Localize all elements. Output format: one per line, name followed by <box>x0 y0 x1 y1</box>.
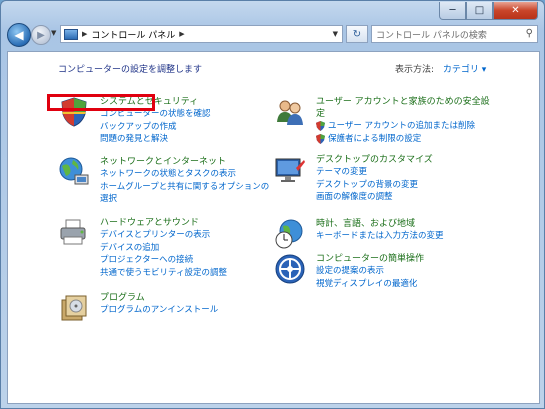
category-title[interactable]: ユーザー アカウントと家族のための安全設 <box>316 96 526 108</box>
category-link-text[interactable]: ユーザー アカウントの追加または削除 <box>328 120 475 133</box>
breadcrumb-control-panel[interactable]: コントロール パネル <box>91 28 175 41</box>
category-link[interactable]: 問題の発見と解決 <box>100 133 280 146</box>
page-heading: コンピューターの設定を調整します <box>58 65 203 75</box>
category-link[interactable]: バックアップの作成 <box>100 121 280 134</box>
category-link[interactable]: キーボードまたは入力方法の変更 <box>316 230 496 243</box>
category-title[interactable]: ネットワークとインターネット <box>100 156 300 168</box>
view-by: 表示方法: カテゴリ ▾ <box>395 62 486 75</box>
recent-pages-dropdown[interactable]: ▼ <box>51 29 56 37</box>
search-icon[interactable]: ⚲ <box>526 28 533 39</box>
category-link[interactable]: ネットワークの状態とタスクの表示 <box>100 168 300 181</box>
category-link[interactable]: 保護者による制限の設定 <box>316 133 526 146</box>
minimize-button[interactable]: ─ <box>439 2 466 20</box>
network-globe-icon[interactable] <box>58 156 90 188</box>
printer-icon[interactable] <box>58 217 90 249</box>
control-panel-icon <box>64 28 78 40</box>
category-link[interactable]: テーマの変更 <box>316 166 496 179</box>
close-button[interactable]: ✕ <box>493 2 538 20</box>
category-link[interactable]: ユーザー アカウントの追加または削除 <box>316 120 526 133</box>
desktop-icon[interactable] <box>274 154 306 186</box>
category-link[interactable]: ホームグループと共有に関するオプションの <box>100 181 300 194</box>
shield-icon <box>316 133 325 144</box>
search-input[interactable]: コントロール パネルの検索 ⚲ <box>371 25 538 43</box>
category-link[interactable]: デスクトップの背景の変更 <box>316 179 496 192</box>
category-title[interactable]: 時計、言語、および地域 <box>316 218 496 230</box>
category-title[interactable]: プログラム <box>100 292 280 304</box>
category-link[interactable]: デバイスの追加 <box>100 242 280 255</box>
clock-globe-icon[interactable] <box>274 218 306 250</box>
category-link-text[interactable]: 保護者による制限の設定 <box>328 133 421 146</box>
category-link[interactable]: プログラムのアンインストール <box>100 304 280 317</box>
category-title[interactable]: ハードウェアとサウンド <box>100 217 280 229</box>
highlight-box <box>47 94 155 111</box>
view-by-label: 表示方法: <box>395 65 435 75</box>
search-placeholder: コントロール パネルの検索 <box>376 30 487 41</box>
category-link[interactable]: 設定の提案の表示 <box>316 265 496 278</box>
category-link[interactable]: 画面の解像度の調整 <box>316 191 496 204</box>
ease-of-access-icon[interactable] <box>274 253 306 285</box>
refresh-button[interactable]: ↻ <box>346 25 368 43</box>
forward-button[interactable]: ▶ <box>31 25 51 45</box>
category-title-continued[interactable]: 定 <box>316 108 526 120</box>
category-link[interactable]: 視覚ディスプレイの最適化 <box>316 278 496 291</box>
caption-buttons: ─ □ ✕ <box>439 2 538 20</box>
content-pane: コンピューターの設定を調整します 表示方法: カテゴリ ▾ システムとセキュリテ… <box>7 51 540 404</box>
category-link[interactable]: 共通で使うモビリティ設定の調整 <box>100 267 280 280</box>
chevron-right-icon[interactable]: ▶ <box>179 30 184 38</box>
chevron-right-icon[interactable]: ▶ <box>82 30 87 38</box>
shield-icon <box>316 121 325 132</box>
category-link[interactable]: プロジェクターへの接続 <box>100 254 280 267</box>
category-link[interactable]: デバイスとプリンターの表示 <box>100 229 280 242</box>
category-link[interactable]: 選択 <box>100 193 300 206</box>
address-dropdown-icon[interactable]: ▼ <box>333 30 338 38</box>
users-icon[interactable] <box>274 96 306 128</box>
programs-icon[interactable] <box>58 292 90 324</box>
view-by-dropdown[interactable]: カテゴリ ▾ <box>443 65 486 75</box>
category-title[interactable]: デスクトップのカスタマイズ <box>316 154 496 166</box>
address-bar[interactable]: ▶ コントロール パネル ▶ ▼ <box>60 25 343 43</box>
back-button[interactable]: ◀ <box>7 23 31 47</box>
control-panel-window: ─ □ ✕ ◀ ▶ ▼ ▶ コントロール パネル ▶ ▼ ↻ コントロール パネ… <box>0 0 545 409</box>
navigation-bar: ◀ ▶ ▼ ▶ コントロール パネル ▶ ▼ ↻ コントロール パネルの検索 ⚲ <box>7 23 538 47</box>
category-title[interactable]: コンピューターの簡単操作 <box>316 253 496 265</box>
maximize-button[interactable]: □ <box>466 2 493 20</box>
